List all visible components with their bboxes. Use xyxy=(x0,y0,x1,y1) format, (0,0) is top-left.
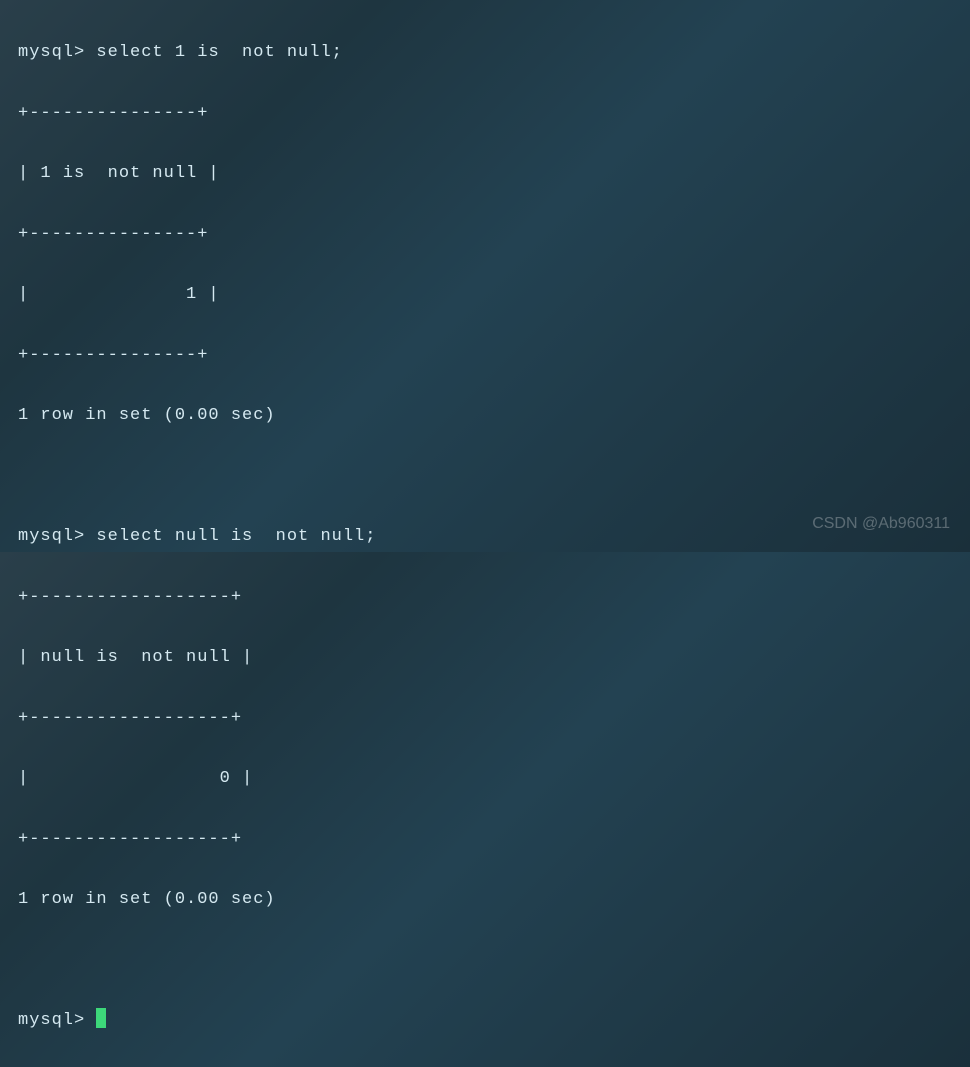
query1-value: | 1 | xyxy=(18,280,952,310)
watermark-text: CSDN @Ab960311 xyxy=(812,510,950,538)
query2-value: | 0 | xyxy=(18,764,952,794)
blank-line-2 xyxy=(18,946,952,976)
mysql-prompt: mysql> xyxy=(18,1011,85,1030)
cursor-icon xyxy=(96,1008,106,1028)
query2-border-mid: +------------------+ xyxy=(18,704,952,734)
query1-border-mid: +---------------+ xyxy=(18,220,952,250)
query1-command: select 1 is not null; xyxy=(96,43,342,62)
query2-border-bot: +------------------+ xyxy=(18,825,952,855)
query1-header: | 1 is not null | xyxy=(18,159,952,189)
query2-border-top: +------------------+ xyxy=(18,583,952,613)
query1-border-top: +---------------+ xyxy=(18,99,952,129)
blank-line xyxy=(18,462,952,492)
query2-command: select null is not null; xyxy=(96,527,376,546)
mysql-prompt: mysql> xyxy=(18,527,85,546)
query1-border-bot: +---------------+ xyxy=(18,341,952,371)
query2-status: 1 row in set (0.00 sec) xyxy=(18,885,952,915)
query1-command-line: mysql> select 1 is not null; xyxy=(18,38,952,68)
query1-status: 1 row in set (0.00 sec) xyxy=(18,401,952,431)
active-prompt-line[interactable]: mysql> xyxy=(18,1006,952,1036)
mysql-prompt: mysql> xyxy=(18,43,85,62)
query2-header: | null is not null | xyxy=(18,643,952,673)
